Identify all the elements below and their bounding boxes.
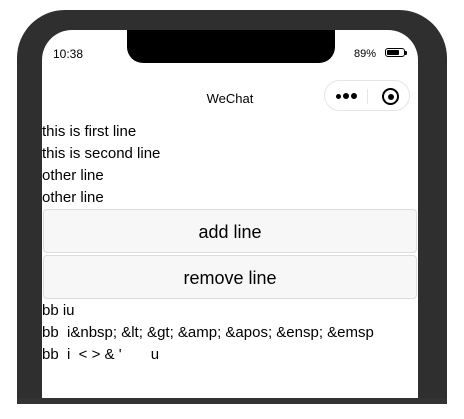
battery-icon — [385, 48, 405, 57]
remove-line-button[interactable]: remove line — [43, 255, 417, 299]
list-item: this is second line — [42, 145, 161, 162]
list-item: other line — [42, 167, 104, 184]
battery-percent: 89% — [354, 48, 377, 60]
phone-screen: 10:38 89% WeChat this is first line this… — [42, 30, 418, 398]
target-close-icon[interactable] — [382, 88, 399, 105]
capsule-divider — [367, 89, 368, 104]
list-item: this is first line — [42, 123, 137, 140]
text-row: bb i&nbsp; &lt; &gt; &amp; &apos; &ensp;… — [42, 324, 374, 341]
text-demo: bb iu bb i&nbsp; &lt; &gt; &amp; &apos; … — [42, 300, 418, 366]
battery-cap — [405, 51, 407, 55]
status-time: 10:38 — [53, 47, 84, 61]
page-content: this is first line this is second line o… — [42, 121, 418, 366]
phone-notch — [127, 30, 335, 63]
text-row: bb i < > & ' u — [42, 346, 160, 363]
more-dots-icon[interactable] — [336, 93, 358, 100]
text-row: bb iu — [42, 302, 75, 319]
mini-program-capsule — [324, 80, 410, 111]
battery-level — [387, 50, 400, 55]
phone-frame-bottom — [17, 398, 447, 404]
list-item: other line — [42, 189, 104, 206]
add-line-button[interactable]: add line — [43, 209, 417, 253]
